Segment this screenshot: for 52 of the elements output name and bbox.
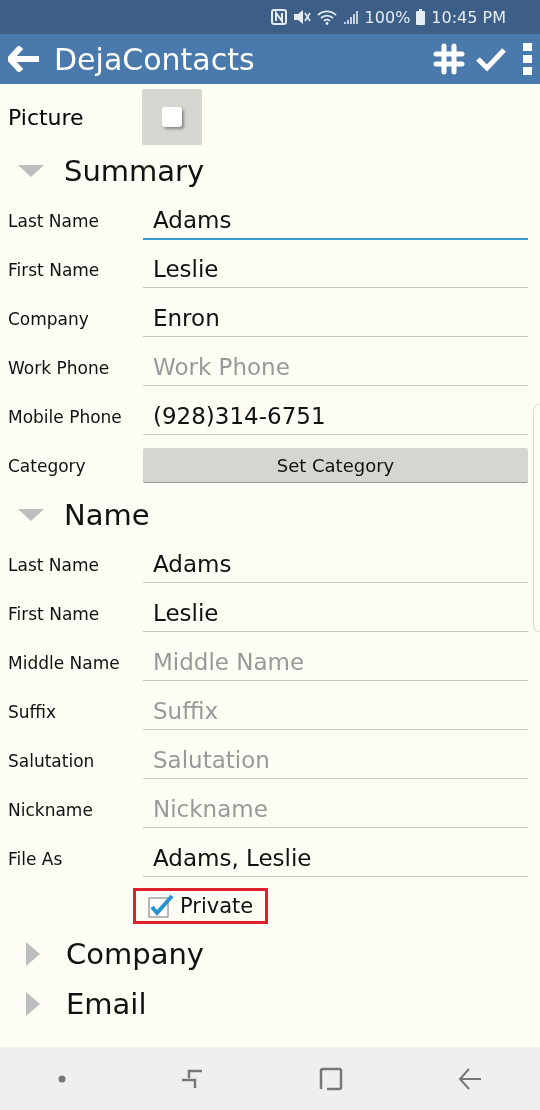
checkmark-icon[interactable]: [475, 46, 507, 72]
field-label: Mobile Phone: [8, 406, 123, 427]
expanded-triangle-icon: [18, 509, 44, 521]
text-field[interactable]: Enron: [143, 300, 528, 337]
dot-icon[interactable]: [57, 1074, 66, 1083]
text-field[interactable]: Salutation: [143, 742, 528, 779]
field-label: Work Phone: [8, 357, 111, 378]
section-header[interactable]: Summary: [8, 146, 205, 196]
section-header[interactable]: Email: [8, 979, 147, 1029]
text-field[interactable]: Adams, Leslie: [143, 840, 528, 877]
field-label: Last Name: [8, 210, 100, 231]
text-field[interactable]: Middle Name: [143, 644, 528, 681]
expanded-triangle-icon: [18, 165, 44, 177]
mute-icon: [292, 9, 311, 25]
checkbox[interactable]: [148, 894, 174, 918]
back-icon[interactable]: [458, 1066, 483, 1091]
home-icon[interactable]: [318, 1066, 343, 1091]
text-field[interactable]: Adams: [143, 201, 528, 240]
clock-text: 10:45 PM: [431, 7, 506, 27]
section-header[interactable]: Name: [8, 490, 150, 540]
app-title: DejaContacts: [54, 41, 256, 77]
nfc-icon: [270, 9, 287, 25]
section-header[interactable]: Company: [8, 929, 204, 979]
field-label: First Name: [8, 259, 101, 280]
battery-icon: [416, 9, 426, 25]
field-label: File As: [8, 848, 64, 869]
text-field[interactable]: Leslie: [143, 595, 528, 632]
text-field[interactable]: (928)314-6751: [143, 398, 528, 435]
collapsed-triangle-icon: [26, 992, 40, 1016]
field-label: First Name: [8, 603, 101, 624]
more-icon[interactable]: [523, 43, 532, 75]
wifi-icon: [316, 9, 337, 25]
text-field[interactable]: Suffix: [143, 693, 528, 730]
checkbox-label: Private: [180, 894, 254, 918]
picture-button[interactable]: [142, 89, 202, 145]
hash-icon[interactable]: [433, 43, 465, 75]
text-field[interactable]: Leslie: [143, 251, 528, 288]
field-label: Nickname: [8, 799, 94, 820]
battery-text: 100%: [364, 7, 411, 27]
field-label: Company: [8, 308, 90, 329]
text-field[interactable]: Adams: [143, 546, 528, 583]
field-label: Picture: [8, 104, 85, 130]
field-label: Suffix: [8, 701, 58, 722]
text-field[interactable]: Nickname: [143, 791, 528, 828]
collapsed-triangle-icon: [26, 942, 40, 966]
field-label: Salutation: [8, 750, 96, 771]
text-field[interactable]: Work Phone: [143, 349, 528, 386]
field-label: Middle Name: [8, 652, 121, 673]
signal-icon: [342, 9, 359, 25]
field-label: Category: [8, 455, 87, 476]
field-label: Last Name: [8, 554, 100, 575]
set-category-button[interactable]: Set Category: [143, 448, 528, 483]
